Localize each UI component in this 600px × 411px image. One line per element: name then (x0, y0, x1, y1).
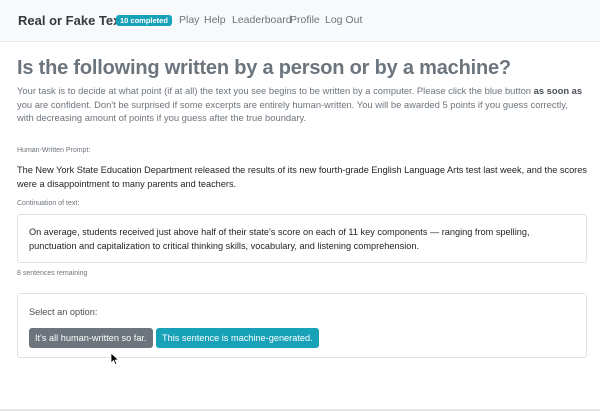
continuation-text: On average, students received just above… (29, 227, 530, 251)
nav-help[interactable]: Help (204, 14, 226, 26)
instructions-part2: you are confident. Don't be surprised if… (17, 98, 568, 124)
sentences-remaining: 8 sentences remaining (17, 270, 88, 277)
navbar: Real or Fake Text? 10 completed Play Hel… (0, 0, 600, 42)
continuation-card: On average, students received just above… (17, 214, 587, 263)
page-title: Is the following written by a person or … (17, 57, 511, 79)
machine-generated-button[interactable]: This sentence is machine-generated. (156, 328, 319, 348)
nav-logout[interactable]: Log Out (325, 14, 362, 26)
nav-profile[interactable]: Profile (290, 14, 320, 26)
mouse-pointer-icon (110, 352, 120, 366)
options-card: Select an option: It's all human-written… (17, 293, 587, 358)
instructions: Your task is to decide at what point (if… (17, 84, 585, 125)
prompt-text: The New York State Education Department … (17, 165, 587, 189)
instructions-part1: Your task is to decide at what point (if… (17, 85, 534, 96)
select-option-label: Select an option: (29, 307, 98, 317)
nav-leaderboard[interactable]: Leaderboard (232, 14, 292, 26)
human-written-button[interactable]: It's all human-written so far. (29, 328, 153, 348)
prompt-label: Human-Written Prompt: (17, 147, 91, 154)
completed-badge: 10 completed (116, 15, 172, 26)
nav-play[interactable]: Play (179, 14, 199, 26)
continuation-label: Continuation of text: (17, 200, 80, 207)
instructions-emphasis: as soon as (533, 85, 583, 96)
